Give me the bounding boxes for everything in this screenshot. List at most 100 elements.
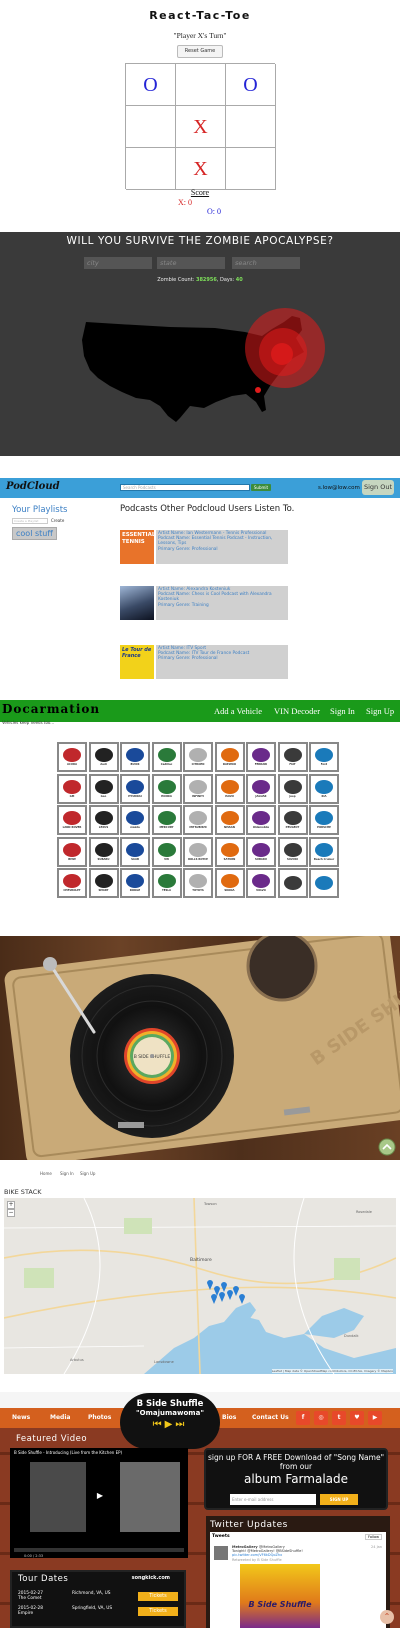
nav-news[interactable]: News: [12, 1414, 30, 1421]
vehicle-make-tile[interactable]: Oldsmobile: [246, 805, 276, 835]
vehicle-make-tile[interactable]: ISUZU: [214, 773, 245, 804]
board-cell[interactable]: [226, 106, 276, 148]
vehicle-make-tile[interactable]: SMART: [88, 868, 119, 898]
vehicle-make-tile[interactable]: Ford: [309, 742, 339, 772]
nav-contact[interactable]: Contact Us: [252, 1414, 289, 1421]
vehicle-make-tile[interactable]: PORSCHE: [309, 805, 339, 835]
previous-icon[interactable]: ⏮: [153, 1419, 165, 1430]
vehicle-make-tile[interactable]: Jeep: [277, 773, 308, 804]
podcloud-logo[interactable]: PodCloud: [6, 481, 60, 492]
sign-out-button[interactable]: Sign Out: [362, 480, 394, 495]
facebook-icon[interactable]: f: [296, 1411, 310, 1425]
songkick-logo[interactable]: songkick.com: [132, 1575, 170, 1581]
vehicle-make-tile[interactable]: ROLLS ROYCE: [183, 836, 213, 867]
vehicle-make-tile[interactable]: SUZUKI: [277, 836, 308, 867]
vehicle-make-tile[interactable]: SUBARU: [88, 836, 119, 867]
board-cell[interactable]: [226, 148, 276, 190]
city-input[interactable]: city: [84, 257, 152, 269]
vehicle-make-tile[interactable]: TOYOTA: [183, 868, 213, 898]
vehicle-make-tile[interactable]: DODGE: [120, 868, 150, 898]
create-playlist-button[interactable]: Create: [51, 518, 64, 523]
tickets-button[interactable]: Tickets: [138, 1607, 178, 1616]
podcast-search-input[interactable]: Search Podcasts: [120, 484, 250, 491]
video-play-icon[interactable]: ▶: [88, 1488, 112, 1504]
vehicle-make-tile[interactable]: NISSAN: [214, 805, 245, 835]
reset-game-button[interactable]: Reset Game: [177, 45, 223, 58]
vehicle-make-tile[interactable]: Beach Cruiser: [309, 836, 339, 867]
vehicle-make-tile[interactable]: LAND ROVER: [57, 805, 87, 835]
vehicle-make-tile[interactable]: LEXUS: [88, 805, 119, 835]
video-player[interactable]: B Side Shuffle - Introducing (Live from …: [10, 1448, 188, 1558]
vehicle-make-tile[interactable]: VW: [151, 836, 182, 867]
tweet-image[interactable]: B Side Shuffle: [240, 1564, 320, 1628]
vehicle-make-tile[interactable]: PEUGEOT: [277, 805, 308, 835]
vehicle-make-tile[interactable]: mazda: [120, 805, 150, 835]
podcast-card[interactable]: Le Tour de France Artist Name: ITV Sport…: [120, 645, 288, 679]
tickets-button[interactable]: Tickets: [138, 1592, 178, 1601]
vehicle-make-tile[interactable]: ACURA: [57, 742, 87, 772]
youtube-icon[interactable]: ▶: [368, 1411, 382, 1425]
video-progress-bar[interactable]: [14, 1548, 184, 1552]
vehicle-make-tile[interactable]: SATURN: [214, 836, 245, 867]
tumblr-icon[interactable]: t: [332, 1411, 346, 1425]
vehicle-make-tile[interactable]: Geo: [88, 773, 119, 804]
bike-map[interactable]: + − Baltimore Rosedale Arbutus Dundalk L…: [4, 1198, 396, 1374]
vehicle-make-tile[interactable]: HYUNDAI: [120, 773, 150, 804]
vehicle-make-tile[interactable]: KIA: [309, 773, 339, 804]
search-input[interactable]: search: [232, 257, 300, 269]
us-map[interactable]: [0, 294, 400, 456]
vehicle-make-tile[interactable]: JAGUAR: [246, 773, 276, 804]
vehicle-make-tile[interactable]: FERRARI: [246, 742, 276, 772]
sign-in-link[interactable]: Sign In: [60, 1171, 74, 1176]
zoom-in-button[interactable]: +: [7, 1201, 15, 1209]
nav-bios[interactable]: Bios: [222, 1414, 236, 1421]
add-vehicle-link[interactable]: Add a Vehicle: [214, 706, 262, 716]
vehicle-make-tile[interactable]: SAAB: [120, 836, 150, 867]
vehicle-make-tile[interactable]: [277, 868, 308, 898]
vehicle-make-tile[interactable]: DAEWOO: [214, 742, 245, 772]
map-attribution[interactable]: Leaflet | Map data © OpenStreetMap contr…: [271, 1369, 393, 1373]
vehicle-make-tile[interactable]: GM: [57, 773, 87, 804]
vehicle-make-tile[interactable]: SUBARU: [246, 836, 276, 867]
search-submit-button[interactable]: Submit: [251, 484, 271, 491]
vehicle-make-tile[interactable]: MITSUBISHI: [183, 805, 213, 835]
vehicle-make-tile[interactable]: Cadillac: [151, 742, 182, 772]
vehicle-make-tile[interactable]: VOLVO: [246, 868, 276, 898]
vehicle-make-tile[interactable]: CITROEN: [183, 742, 213, 772]
scroll-top-icon[interactable]: ⌃: [380, 1610, 394, 1624]
vehicle-make-tile[interactable]: INFINITI: [183, 773, 213, 804]
email-input[interactable]: Enter e-mail address: [230, 1494, 316, 1505]
home-link[interactable]: Home: [40, 1171, 52, 1176]
nav-media[interactable]: Media: [50, 1414, 70, 1421]
board-cell[interactable]: O: [126, 64, 176, 106]
twitter-icon[interactable]: ♥: [350, 1411, 364, 1425]
vehicle-make-tile[interactable]: HONDA: [151, 773, 182, 804]
sign-up-link[interactable]: Sign Up: [80, 1171, 95, 1176]
vehicle-make-tile[interactable]: CHEVROLET: [57, 868, 87, 898]
docarmation-brand[interactable]: Docarmation: [2, 702, 100, 716]
board-cell[interactable]: O: [226, 64, 276, 106]
vehicle-make-tile[interactable]: Audi: [88, 742, 119, 772]
podcast-card[interactable]: Artist Name: Alexandra Kosteniuk Podcast…: [120, 586, 288, 620]
sign-in-link[interactable]: Sign In: [330, 706, 355, 716]
sign-up-link[interactable]: Sign Up: [366, 706, 394, 716]
vehicle-make-tile[interactable]: [309, 868, 339, 898]
zoom-out-button[interactable]: −: [7, 1209, 15, 1217]
board-cell[interactable]: [126, 106, 176, 148]
podcast-card[interactable]: ESSENTIAL TENNIS Artist Name: Ian Wester…: [120, 530, 288, 564]
playlist-name-input[interactable]: Create a Playlist: [12, 518, 48, 524]
vehicle-make-tile[interactable]: SKODA: [214, 868, 245, 898]
tweet-timeline[interactable]: Tweets Follow MetroGallery @MetroGallery…: [210, 1532, 386, 1628]
nav-photos[interactable]: Photos: [88, 1414, 111, 1421]
playlist-item[interactable]: cool stuff: [12, 527, 57, 540]
follow-button[interactable]: Follow: [365, 1534, 382, 1540]
state-input[interactable]: state: [157, 257, 225, 269]
vehicle-make-tile[interactable]: FIAT: [277, 742, 308, 772]
vehicle-make-tile[interactable]: BMW: [57, 836, 87, 867]
vehicle-make-tile[interactable]: MERCURY: [151, 805, 182, 835]
play-icon[interactable]: ▶: [165, 1419, 176, 1430]
vehicle-make-tile[interactable]: BUICK: [120, 742, 150, 772]
board-cell[interactable]: [176, 64, 226, 106]
board-cell[interactable]: [126, 148, 176, 190]
next-icon[interactable]: ⏭: [175, 1419, 187, 1430]
